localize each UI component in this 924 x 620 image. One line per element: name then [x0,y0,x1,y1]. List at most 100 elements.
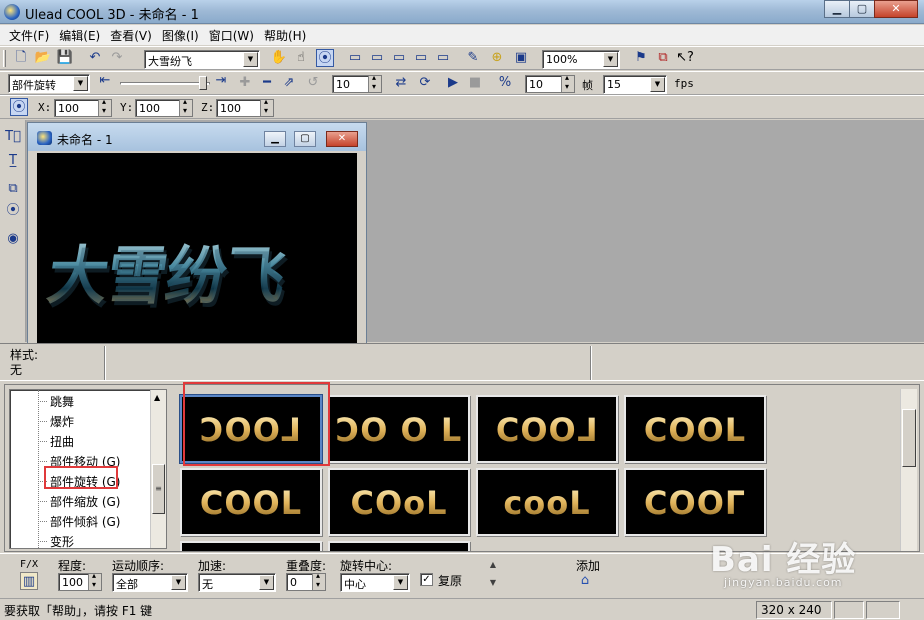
tree-item-morph[interactable]: 变形 [37,533,74,548]
spin-arrows[interactable] [312,571,325,590]
chevron-down-icon[interactable]: ▼ [73,76,88,91]
play-icon[interactable]: ▶ [444,74,462,92]
spin-arrows[interactable] [179,97,192,116]
open-folder-icon[interactable]: 📂 [34,49,52,67]
degree-spinner[interactable]: 100 [58,571,102,591]
select-shape-icon[interactable]: ⦿ [4,202,22,220]
scroll-down-icon[interactable]: ▼ [484,574,502,592]
globe-icon[interactable]: ⊕ [488,49,506,67]
thumbnail-effect[interactable]: COOL [180,468,322,536]
scroll-up-icon[interactable]: ▲ [154,393,160,402]
export-icon[interactable]: ⧉ [654,49,672,67]
thumbnail-effect[interactable] [180,541,322,551]
keyframe-end-icon[interactable]: ⇥ [212,72,230,90]
add-keyframe-icon[interactable]: ✚ [236,74,254,92]
chevron-down-icon[interactable]: ▼ [171,575,186,590]
scroll-thumb[interactable] [902,409,916,467]
swap-icon[interactable]: ⇄ [392,74,410,92]
motion-order-combo[interactable]: 全部 ▼ [112,573,188,592]
frame-icon[interactable]: ▣ [512,49,530,67]
spin-arrows[interactable] [88,571,101,590]
position-mode-icon[interactable]: ⦿ [10,98,28,116]
restore-checkbox[interactable]: ✓ [420,573,433,586]
thumbnail-effect[interactable]: ꓛO O L [328,395,470,463]
thumbnail-effect[interactable] [328,541,470,551]
layer-up-icon[interactable]: ▭ [390,49,408,67]
spin-arrows[interactable] [368,73,381,92]
tree-item-twist[interactable]: 扭曲 [37,433,74,450]
menu-image[interactable]: 图像(I) [157,25,204,45]
bevel-icon[interactable]: ◉ [4,230,22,248]
spin-arrows[interactable] [260,97,273,116]
fps-combo[interactable]: 15 ▼ [603,75,667,94]
tree-scrollbar[interactable]: ▲ ≡ [150,390,166,548]
menu-help[interactable]: 帮助(H) [259,25,311,45]
toolbar-grip[interactable] [3,50,6,67]
new-file-icon[interactable]: 🗋 [12,49,30,67]
menu-window[interactable]: 窗口(W) [204,25,259,45]
timeline-slider[interactable] [120,76,210,90]
remove-keyframe-icon[interactable]: ━ [258,74,276,92]
menu-edit[interactable]: 编辑(E) [54,25,105,45]
thumbnail-effect[interactable]: COOᒥ [624,468,766,536]
save-icon[interactable]: 💾 [56,49,74,67]
scroll-up-icon[interactable]: ▲ [484,556,502,574]
step-spinner[interactable]: 10 [525,73,575,93]
add-icon[interactable]: ⌂ [576,572,594,590]
spin-arrows[interactable] [98,97,111,116]
fx-icon[interactable]: ▥ [20,572,38,590]
chevron-down-icon[interactable]: ▼ [603,52,618,67]
layer-front-icon[interactable]: ▭ [346,49,364,67]
rotation-center-combo[interactable]: 中心 ▼ [340,573,410,592]
thumbnail-effect[interactable]: COO⅃ [476,395,618,463]
menu-view[interactable]: 查看(V) [105,25,157,45]
undo-icon[interactable]: ↶ [86,49,104,67]
acceleration-combo[interactable]: 无 ▼ [198,573,276,592]
redo-icon[interactable]: ↷ [108,49,126,67]
tree-item-explode[interactable]: 爆炸 [37,413,74,430]
doc-minimize-button[interactable]: ▁ [264,131,286,147]
thumbnail-effect[interactable]: cooL [476,468,618,536]
effect-combo[interactable]: 部件旋转 ▼ [8,74,90,93]
doc-maximize-button[interactable]: ▢ [294,131,316,147]
z-spinner[interactable]: 100 [216,97,274,117]
maximize-button[interactable]: ▢ [849,0,875,18]
layer-down-icon[interactable]: ▭ [412,49,430,67]
menu-file[interactable]: 文件(F) [4,25,54,45]
canvas-3d-text[interactable]: 大雪纷飞 [43,225,292,316]
text-combo[interactable]: 大雪纷飞 ▼ [144,50,260,69]
layer-back-icon[interactable]: ▭ [368,49,386,67]
insert-shape-icon[interactable]: ⧉ [4,180,22,198]
chevron-down-icon[interactable]: ▼ [243,52,258,67]
layer-bottom-icon[interactable]: ▭ [434,49,452,67]
context-help-icon[interactable]: ↖? [676,49,694,67]
y-spinner[interactable]: 100 [135,97,193,117]
bookmark-icon[interactable]: ⚑ [632,49,650,67]
overlap-spinner[interactable]: 0 [286,571,326,591]
zoom-combo[interactable]: 100% ▼ [542,50,620,69]
thumbnail-effect[interactable]: COOL [624,395,766,463]
doc-close-button[interactable]: ✕ [326,131,358,147]
stop-icon[interactable]: ■ [466,74,484,92]
spin-arrows[interactable] [561,73,574,92]
chevron-down-icon[interactable]: ▼ [650,77,665,92]
document-title-bar[interactable]: 未命名 - 1 ▁ ▢ ✕ [28,123,366,151]
thumbnails-scrollbar[interactable] [900,389,917,551]
preview-canvas[interactable]: 大雪纷飞 [37,153,357,345]
chevron-down-icon[interactable]: ▼ [259,575,274,590]
insert-text-icon[interactable]: T⃞ [4,128,22,146]
hand-move-icon[interactable]: ✋ [270,49,288,67]
tree-item-part-skew[interactable]: 部件倾斜 (G) [37,513,120,530]
eyedropper-icon[interactable]: ✎ [464,49,482,67]
app-icon[interactable] [4,4,20,20]
hand-rotate-icon[interactable]: ☝ [292,49,310,67]
slider-thumb[interactable] [199,76,207,90]
scroll-thumb[interactable]: ≡ [152,464,165,514]
edit-text-icon[interactable]: T̲ [4,152,22,170]
x-spinner[interactable]: 100 [54,97,112,117]
tree-item-dance[interactable]: 跳舞 [37,393,74,410]
percent-icon[interactable]: % [496,74,514,92]
close-button[interactable]: ✕ [874,0,918,18]
thumbnail-effect[interactable]: COoL [328,468,470,536]
refresh-icon[interactable]: ⟳ [416,74,434,92]
